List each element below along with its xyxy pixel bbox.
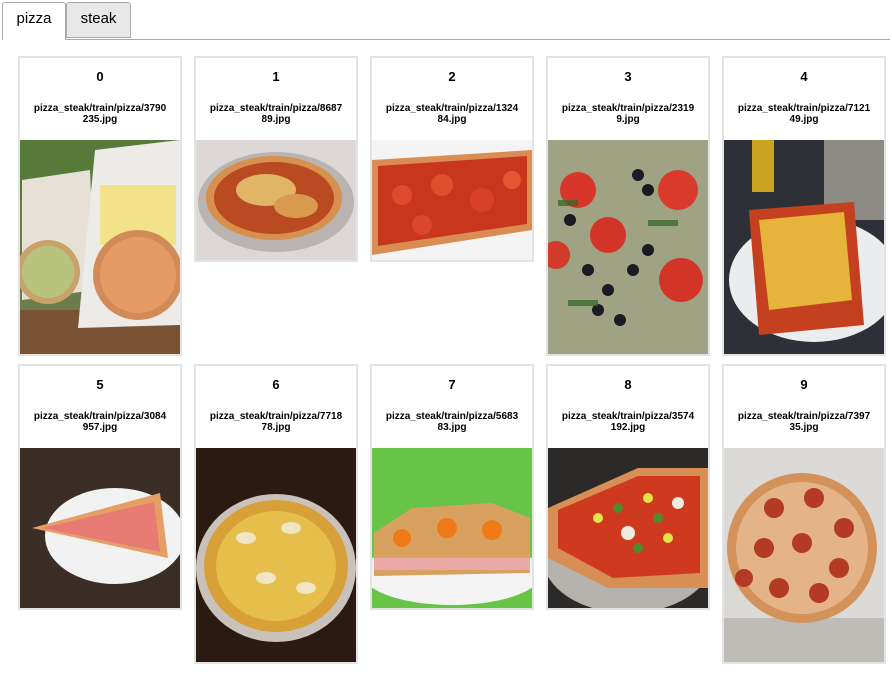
image-card: 1 pizza_steak/train/pizza/8687 89.jpg [194,56,358,262]
image-path: pizza_steak/train/pizza/1324 84.jpg [385,103,519,125]
image-card: 8 pizza_steak/train/pizza/3574 192.jpg [546,364,710,610]
pizza-photo [372,140,532,260]
tab-steak[interactable]: steak [66,2,131,38]
image-index: 0 [96,69,104,84]
image-card: 2 pizza_steak/train/pizza/1324 84.jpg [370,56,534,262]
pizza-photo [724,448,884,662]
image-path: pizza_steak/train/pizza/3574 192.jpg [561,411,695,433]
pizza-photo [548,140,708,354]
image-index: 8 [624,377,632,392]
image-card: 4 pizza_steak/train/pizza/7121 49.jpg [722,56,886,356]
image-index: 5 [96,377,104,392]
pizza-photo [20,448,180,608]
pizza-photo [20,140,180,354]
image-card: 0 pizza_steak/train/pizza/3790 235.jpg [18,56,182,356]
image-card: 6 pizza_steak/train/pizza/7718 78.jpg [194,364,358,664]
pizza-photo [196,448,356,662]
image-path: pizza_steak/train/pizza/7121 49.jpg [737,103,871,125]
image-path: pizza_steak/train/pizza/2319 9.jpg [561,103,695,125]
image-index: 3 [624,69,632,84]
image-path: pizza_steak/train/pizza/5683 83.jpg [385,411,519,433]
image-index: 1 [272,69,280,84]
image-card: 7 pizza_steak/train/pizza/5683 83.jpg [370,364,534,610]
image-path: pizza_steak/train/pizza/7718 78.jpg [209,411,343,433]
image-card: 3 pizza_steak/train/pizza/2319 9.jpg [546,56,710,356]
tab-pizza[interactable]: pizza [2,2,66,40]
pizza-photo [724,140,884,354]
image-card: 9 pizza_steak/train/pizza/7397 35.jpg [722,364,886,664]
image-card: 5 pizza_steak/train/pizza/3084 957.jpg [18,364,182,610]
image-path: pizza_steak/train/pizza/3790 235.jpg [33,103,167,125]
pizza-photo [372,448,532,608]
image-index: 2 [448,69,456,84]
image-index: 9 [800,377,808,392]
tab-divider [2,39,890,40]
pizza-photo [196,140,356,260]
image-index: 4 [800,69,808,84]
image-path: pizza_steak/train/pizza/7397 35.jpg [737,411,871,433]
tab-bar: pizza steak [0,0,892,40]
image-path: pizza_steak/train/pizza/8687 89.jpg [209,103,343,125]
image-index: 6 [272,377,280,392]
image-index: 7 [448,377,456,392]
image-path: pizza_steak/train/pizza/3084 957.jpg [33,411,167,433]
pizza-photo [548,448,708,608]
